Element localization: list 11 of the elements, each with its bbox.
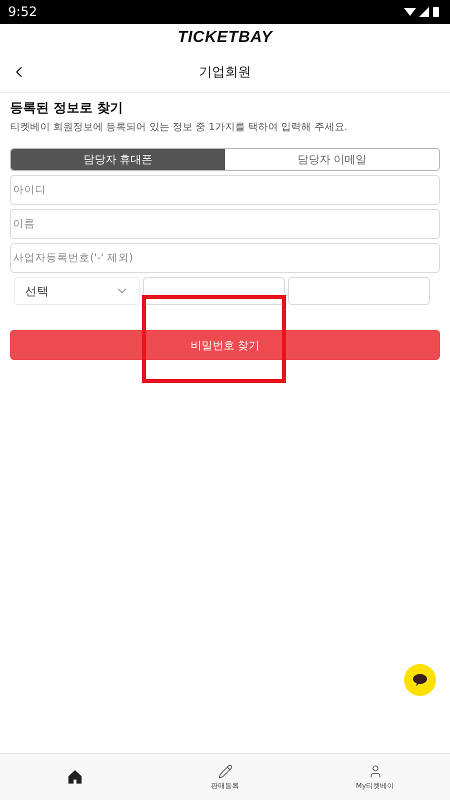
select-dropdown[interactable]: 선택 bbox=[14, 277, 140, 305]
input-field[interactable]: 이름 bbox=[10, 209, 440, 239]
section-description: 티켓베이 회원정보에 등록되어 있는 정보 중 1가지를 택하여 입력해 주세요. bbox=[10, 121, 348, 134]
input-field[interactable]: 아이디 bbox=[10, 175, 440, 205]
brand-logo: TICKETBAY bbox=[178, 29, 272, 47]
tab[interactable]: 담당자 휴대폰 bbox=[11, 149, 225, 170]
section-heading: 등록된 정보로 찾기 bbox=[10, 100, 124, 117]
find-password-button[interactable]: 비밀번호 찾기 bbox=[10, 329, 440, 360]
status-time: 9:52 bbox=[8, 4, 38, 20]
page-title: 기업회원 bbox=[199, 64, 251, 81]
input-field[interactable]: 사업자등록번호('-' 제외) bbox=[10, 243, 440, 273]
